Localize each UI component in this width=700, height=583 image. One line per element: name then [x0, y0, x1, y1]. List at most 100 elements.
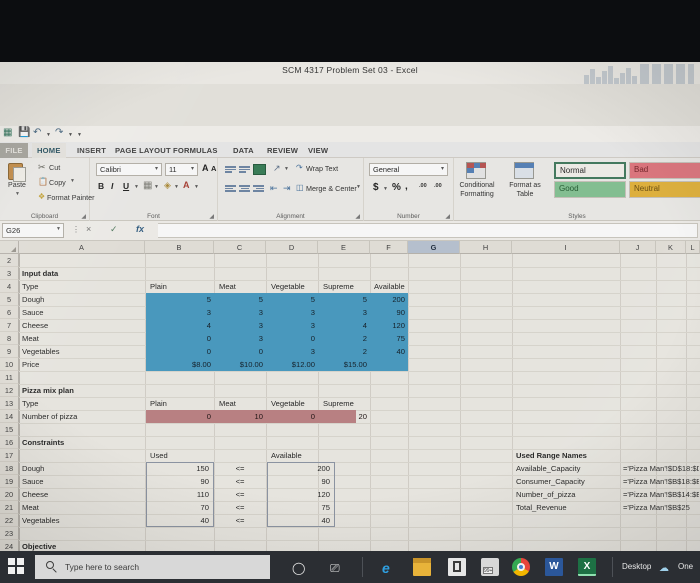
column-header-I[interactable]: I: [512, 241, 620, 254]
row-header-19[interactable]: 19: [0, 475, 19, 488]
cell-A3[interactable]: Input data: [20, 267, 140, 281]
copy-dropdown-icon[interactable]: ▼: [70, 178, 75, 184]
merge-center-dropdown-icon[interactable]: ▼: [356, 184, 361, 190]
font-color-dropdown-icon[interactable]: ▼: [194, 184, 199, 190]
column-header-L[interactable]: L: [686, 241, 700, 254]
cell-E10[interactable]: $15.00: [318, 358, 370, 372]
cell-D4[interactable]: Vegetable: [269, 280, 317, 294]
underline-dropdown-icon[interactable]: ▼: [134, 184, 139, 190]
row-header-10[interactable]: 10: [0, 358, 19, 371]
column-header-K[interactable]: K: [656, 241, 686, 254]
cell-C14[interactable]: 10: [214, 410, 266, 424]
cell-D19[interactable]: 90: [267, 475, 333, 489]
underline-button[interactable]: U: [123, 181, 129, 191]
cell-A22[interactable]: Vegetables: [20, 514, 140, 528]
undo-icon[interactable]: ↶: [33, 127, 41, 138]
cell-I17[interactable]: Used Range Names: [514, 449, 624, 463]
row-header-12[interactable]: 12: [0, 384, 19, 397]
align-center-icon[interactable]: [239, 184, 250, 194]
row-header-4[interactable]: 4: [0, 280, 19, 293]
row-header-21[interactable]: 21: [0, 501, 19, 514]
cell-I20[interactable]: Number_of_pizza: [514, 488, 618, 502]
cell-A21[interactable]: Meat: [20, 501, 140, 515]
font-dialog-launcher-icon[interactable]: ◢: [209, 213, 214, 220]
cell-C10[interactable]: $10.00: [214, 358, 266, 372]
cell-J18[interactable]: ='Pizza Man'!$D$18:$D$22: [621, 462, 699, 476]
comma-format-icon[interactable]: ,: [405, 181, 408, 192]
row-header-9[interactable]: 9: [0, 345, 19, 358]
column-header-B[interactable]: B: [145, 241, 214, 254]
column-header-D[interactable]: D: [266, 241, 318, 254]
column-header-E[interactable]: E: [318, 241, 370, 254]
row-header-15[interactable]: 15: [0, 423, 19, 436]
undo-dropdown-icon[interactable]: ▼: [46, 132, 51, 138]
cell-D13[interactable]: Vegetable: [269, 397, 317, 411]
tab-view[interactable]: VIEW: [303, 143, 333, 158]
copy-icon[interactable]: 📋: [38, 177, 48, 186]
cell-A13[interactable]: Type: [20, 397, 140, 411]
cut-icon[interactable]: ✂: [38, 162, 46, 173]
task-view-icon[interactable]: ⎚: [330, 561, 340, 576]
paste-button[interactable]: Paste: [0, 182, 34, 189]
search-input[interactable]: Type here to search: [35, 555, 270, 579]
save-icon[interactable]: 💾: [18, 127, 30, 138]
cell-style-good[interactable]: Good: [554, 181, 626, 198]
cell-A19[interactable]: Sauce: [20, 475, 140, 489]
row-header-20[interactable]: 20: [0, 488, 19, 501]
fill-color-dropdown-icon[interactable]: ▼: [174, 184, 179, 190]
row-header-24[interactable]: 24: [0, 540, 19, 551]
percent-format-icon[interactable]: %: [392, 182, 401, 193]
tab-data[interactable]: DATA: [228, 143, 259, 158]
cell-F8[interactable]: 75: [370, 332, 408, 346]
onedrive-icon[interactable]: ☁: [659, 563, 669, 574]
select-all-corner[interactable]: [0, 241, 19, 254]
cell-D6[interactable]: 3: [266, 306, 318, 320]
cell-D8[interactable]: 0: [266, 332, 318, 346]
merge-center-icon[interactable]: ◫: [296, 183, 304, 192]
row-header-2[interactable]: 2: [0, 254, 19, 267]
name-box[interactable]: G26: [2, 223, 64, 238]
cell-A8[interactable]: Meat: [20, 332, 140, 346]
cut-button[interactable]: Cut: [49, 163, 60, 172]
row-header-8[interactable]: 8: [0, 332, 19, 345]
cell-style-bad[interactable]: Bad: [629, 162, 700, 179]
row-header-7[interactable]: 7: [0, 319, 19, 332]
row-header-14[interactable]: 14: [0, 410, 19, 423]
format-painter-button[interactable]: Format Painter: [47, 193, 95, 202]
cell-D17[interactable]: Available: [269, 449, 329, 463]
enter-icon[interactable]: ✓: [110, 224, 118, 235]
cell-I19[interactable]: Consumer_Capacity: [514, 475, 618, 489]
cell-D14[interactable]: 0: [266, 410, 318, 424]
cell-C7[interactable]: 3: [214, 319, 266, 333]
cell-A5[interactable]: Dough: [20, 293, 140, 307]
conditional-formatting-icon[interactable]: [466, 162, 486, 179]
cell-E4[interactable]: Supreme: [321, 280, 369, 294]
align-right-icon[interactable]: [253, 184, 264, 194]
merge-center-button[interactable]: Merge & Center: [306, 184, 357, 193]
row-header-3[interactable]: 3: [0, 267, 19, 280]
cell-B10[interactable]: $8.00: [146, 358, 214, 372]
orientation-dropdown-icon[interactable]: ▼: [284, 166, 289, 172]
cell-B19[interactable]: 90: [146, 475, 212, 489]
paste-dropdown-icon[interactable]: ▼: [15, 191, 20, 197]
copy-button[interactable]: Copy: [49, 178, 66, 187]
cell-B6[interactable]: 3: [146, 306, 214, 320]
row-header-22[interactable]: 22: [0, 514, 19, 527]
cell-D21[interactable]: 75: [267, 501, 333, 515]
mail-icon[interactable]: 99+: [481, 558, 499, 576]
column-header-J[interactable]: J: [620, 241, 656, 254]
worksheet-grid[interactable]: A B C D E F G H I J K L 2 3 4 5 6 7 8 9 …: [0, 241, 700, 551]
decrease-indent-icon[interactable]: ⇤: [270, 183, 278, 194]
cell-B13[interactable]: Plain: [148, 397, 212, 411]
tab-home[interactable]: HOME: [32, 143, 66, 158]
cell-C9[interactable]: 0: [214, 345, 266, 359]
cell-B14[interactable]: 0: [146, 410, 214, 424]
tray-desktop-label[interactable]: Desktop: [622, 562, 651, 571]
quick-access-toolbar[interactable]: ▦ 💾 ↶ ▼ ↷ ▼ ▼: [0, 126, 700, 142]
number-format-select[interactable]: General: [369, 163, 448, 176]
tab-file[interactable]: FILE: [0, 143, 28, 158]
font-name-input[interactable]: Calibri: [96, 163, 162, 176]
excel-icon[interactable]: X: [578, 558, 596, 576]
orientation-icon[interactable]: ↗: [273, 163, 281, 174]
cell-D20[interactable]: 120: [267, 488, 333, 502]
